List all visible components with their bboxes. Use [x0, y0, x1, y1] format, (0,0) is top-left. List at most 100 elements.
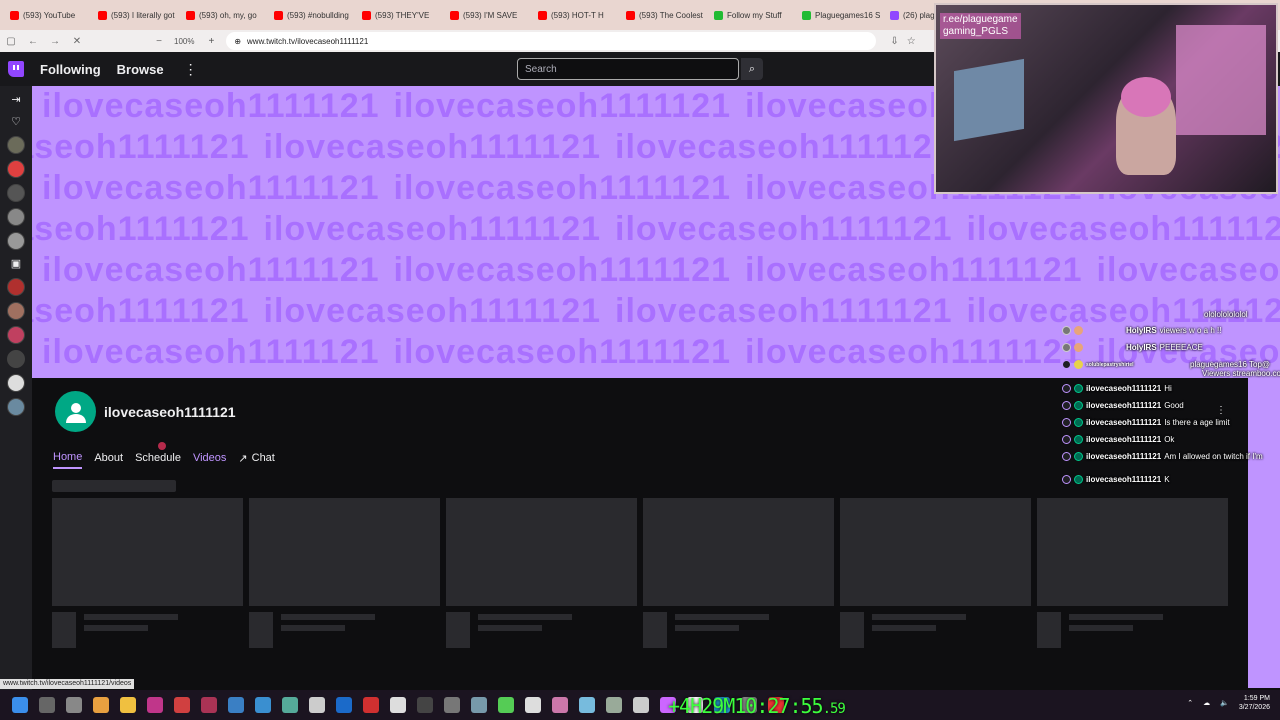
browser-tab[interactable]: (593) I'M SAVE — [444, 3, 530, 27]
chat-text: viewers w o a h !! — [1159, 326, 1222, 335]
taskbar-app-icon[interactable] — [336, 697, 352, 713]
install-icon[interactable]: ⇩ — [890, 36, 898, 47]
taskbar-app-icon[interactable] — [282, 697, 298, 713]
search-input[interactable]: Search — [517, 58, 739, 80]
channel-avatar[interactable] — [7, 232, 25, 250]
tab-about[interactable]: About — [94, 452, 123, 468]
taskbar-app-icon[interactable] — [417, 697, 433, 713]
taskbar-app-icon[interactable] — [363, 697, 379, 713]
browser-tab[interactable]: (593) THEY'VE — [356, 3, 442, 27]
bookmark-icon[interactable]: ☆ — [907, 36, 916, 47]
taskbar-app-icon[interactable] — [525, 697, 541, 713]
channel-avatar[interactable] — [7, 278, 25, 296]
channel-avatar[interactable] — [7, 302, 25, 320]
channel-avatar[interactable] — [7, 350, 25, 368]
taskbar-app-icon[interactable] — [471, 697, 487, 713]
text-placeholder — [1069, 614, 1163, 648]
channel-avatar[interactable] — [7, 160, 25, 178]
taskbar-app-icon[interactable] — [255, 697, 271, 713]
channel-avatar[interactable] — [7, 208, 25, 226]
tab-schedule[interactable]: Schedule — [135, 452, 181, 468]
taskbar-app-icon[interactable] — [390, 697, 406, 713]
sidebar-toggle-icon[interactable]: ▢ — [0, 36, 22, 47]
text-placeholder — [675, 614, 769, 648]
zoom-in-icon[interactable]: + — [208, 36, 214, 47]
clock[interactable]: 1:59 PM 3/27/2026 — [1239, 694, 1270, 712]
tab-videos[interactable]: Videos — [193, 452, 226, 468]
channel-profile-avatar[interactable] — [55, 391, 96, 432]
tab-home[interactable]: Home — [53, 451, 83, 469]
windows-start-icon[interactable] — [12, 697, 28, 713]
browser-tab[interactable]: (593) #nobullding — [268, 3, 354, 27]
taskbar-app-icon[interactable] — [633, 697, 649, 713]
chat-username: HolyIRS — [1126, 343, 1157, 352]
forward-icon[interactable]: → — [44, 36, 66, 47]
browser-tab[interactable]: (593) The Coolest — [620, 3, 706, 27]
video-camera-icon[interactable]: ▣ — [11, 256, 21, 272]
tab-favicon-icon — [890, 10, 899, 20]
channel-avatar[interactable] — [7, 374, 25, 392]
chat-username: ilovecaseoh1111121 — [1086, 384, 1162, 393]
taskbar-app-icon[interactable] — [498, 697, 514, 713]
taskbar-app-icon[interactable] — [228, 697, 244, 713]
search-icon[interactable]: ⌕ — [741, 58, 763, 80]
channel-avatar[interactable] — [7, 398, 25, 416]
stream-timer-main: +4H29M10:27:55 — [668, 694, 824, 718]
taskbar-app-icon[interactable] — [309, 697, 325, 713]
taskbar-app-icon[interactable] — [606, 697, 622, 713]
browser-tab[interactable]: Plaguegames16 S — [796, 3, 882, 27]
browser-tab[interactable]: Follow my Stuff — [708, 3, 794, 27]
tab-chat[interactable]: ↗ Chat — [238, 452, 274, 469]
chevron-up-icon[interactable]: ⌃ — [1187, 699, 1193, 707]
browser-tab-label: (593) YouTube — [23, 10, 76, 20]
zoom-out-icon[interactable]: − — [148, 36, 170, 47]
browser-tab[interactable]: (593) oh, my, go — [180, 3, 266, 27]
chat-text: Is there a age limit — [1164, 418, 1230, 427]
browser-tab[interactable]: (593) HOT-T H — [532, 3, 618, 27]
followed-heart-icon[interactable]: ♡ — [11, 114, 21, 130]
chat-text: PEEEEACE — [1159, 343, 1203, 352]
banner-text: ilovecaseoh1111121 — [966, 210, 1280, 248]
taskbar-app-icon[interactable] — [201, 697, 217, 713]
webcam-caption-line: gaming_PGLS — [943, 26, 1009, 37]
back-icon[interactable]: ← — [22, 36, 44, 47]
banner-text: ilovecaseoh1111121 — [263, 128, 602, 166]
browser-tab[interactable]: (593) YouTube — [4, 3, 90, 27]
tab-favicon-icon — [714, 10, 723, 20]
subtitle-line-placeholder — [281, 625, 345, 631]
channel-avatar[interactable] — [7, 326, 25, 344]
banner-text: ilovecaseoh1111121 — [615, 210, 953, 248]
chat-text: Hi — [1164, 384, 1172, 393]
taskbar-app-icon[interactable] — [552, 697, 568, 713]
chat-message: ilovecaseoh1111121 Is there a age limit — [1062, 418, 1230, 427]
url-field[interactable]: ⊕ www.twitch.tv/ilovecaseoh1111121 — [226, 32, 877, 50]
taskbar-app-icon[interactable] — [120, 697, 136, 713]
channel-avatar[interactable] — [7, 184, 25, 202]
more-menu-icon[interactable]: ⋮ — [184, 61, 198, 78]
taskbar-app-icon[interactable] — [93, 697, 109, 713]
taskbar-app-icon[interactable] — [444, 697, 460, 713]
following-link[interactable]: Following — [40, 62, 101, 77]
browser-tab-label: (593) I'M SAVE — [463, 10, 518, 20]
browse-link[interactable]: Browse — [117, 62, 164, 77]
site-info-icon[interactable]: ⊕ — [234, 37, 241, 46]
more-options-icon[interactable]: ⋮ — [1216, 405, 1226, 416]
video-card-placeholder — [840, 498, 1031, 648]
taskbar-app-icon[interactable] — [66, 697, 82, 713]
taskbar-app-icon[interactable] — [579, 697, 595, 713]
taskbar-app-icon[interactable] — [174, 697, 190, 713]
chat-message: HolyIRS PEEEEACE — [1062, 343, 1203, 352]
banner-text: ilovecaseoh1111121 — [615, 292, 953, 330]
expand-sidebar-icon[interactable]: ⇥ — [11, 92, 20, 108]
chat-message: Viewers streamboo.com — [1202, 369, 1280, 378]
taskbar-app-icon[interactable] — [147, 697, 163, 713]
browser-tab[interactable]: (593) I literally got — [92, 3, 178, 27]
reload-icon[interactable]: ✕ — [66, 36, 88, 47]
twitch-logo-icon[interactable] — [8, 61, 24, 77]
channel-avatar[interactable] — [7, 136, 25, 154]
chat-badge-icon — [1074, 452, 1083, 461]
network-icon[interactable]: ☁ — [1203, 699, 1210, 707]
volume-icon[interactable]: 🔈 — [1220, 699, 1229, 707]
taskbar-search-icon[interactable] — [39, 697, 55, 713]
banner-text: ilovecaseoh1111121 — [42, 333, 380, 371]
